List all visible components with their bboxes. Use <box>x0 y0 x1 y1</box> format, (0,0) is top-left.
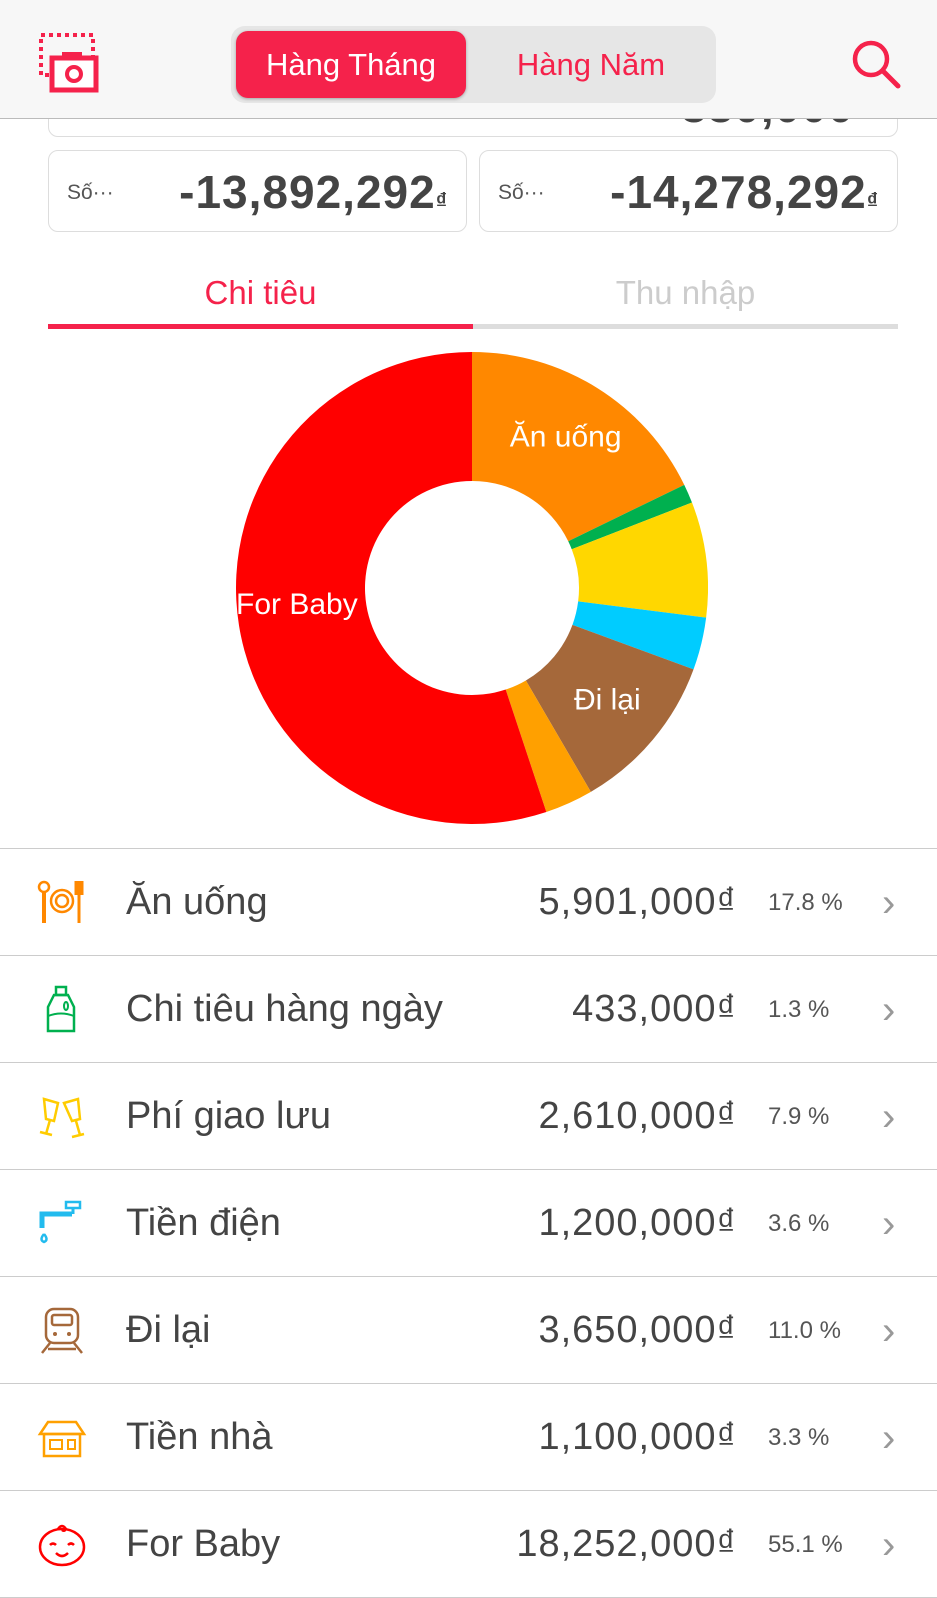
house-icon <box>37 1420 87 1458</box>
chevron-right-icon: › <box>882 881 896 925</box>
train-icon <box>41 1307 83 1354</box>
category-amount: 5,901,000₫ <box>538 881 737 923</box>
water-tap-icon <box>39 1200 82 1244</box>
category-list: Ăn uống 5,901,000₫ 17.8 % › Chi tiêu hàn… <box>0 848 937 1598</box>
category-name: Phí giao lưu <box>126 1095 332 1137</box>
balance-value: -14,278,292 <box>610 166 867 218</box>
dining-icon <box>37 880 84 923</box>
expense-donut-chart: Ăn uống Đi lại For Baby <box>236 352 708 824</box>
screenshot-camera-icon[interactable] <box>38 32 100 94</box>
category-row[interactable]: Phí giao lưu 2,610,000₫ 7.9 % › <box>0 1063 937 1170</box>
category-percent: 3.6 % <box>768 1210 830 1237</box>
tab-income[interactable]: Thu nhập <box>473 265 898 329</box>
summary-card: Số··· -13,892,292₫ <box>48 150 467 232</box>
summary-card: Số··· -14,278,292₫ <box>479 150 898 232</box>
category-percent: 1.3 % <box>768 996 830 1023</box>
category-name: Chi tiêu hàng ngày <box>126 988 443 1030</box>
chevron-right-icon: › <box>882 1523 896 1567</box>
category-row[interactable]: Tiền nhà 1,100,000₫ 3.3 % › <box>0 1384 937 1491</box>
baby-face-icon <box>38 1524 86 1567</box>
category-row[interactable]: Ăn uống 5,901,000₫ 17.8 % › <box>0 849 937 956</box>
category-percent: 17.8 % <box>768 889 843 916</box>
category-amount: 18,252,000₫ <box>516 1523 737 1565</box>
top-bar: Hàng Tháng Hàng Năm <box>0 0 937 119</box>
category-name: Ăn uống <box>126 881 268 923</box>
category-percent: 55.1 % <box>768 1531 843 1558</box>
category-amount: 1,200,000₫ <box>538 1202 737 1244</box>
type-tabs: Chi tiêu Thu nhập <box>48 265 898 329</box>
tab-expense[interactable]: Chi tiêu <box>48 265 473 329</box>
chevron-right-icon: › <box>882 1095 896 1139</box>
category-name: Tiền nhà <box>126 1416 273 1458</box>
pie-slice-label: Ăn uống <box>510 420 622 453</box>
category-percent: 3.3 % <box>768 1424 830 1451</box>
category-amount: 3,650,000₫ <box>538 1309 737 1351</box>
detergent-bottle-icon <box>46 985 76 1033</box>
category-row[interactable]: Đi lại 3,650,000₫ 11.0 % › <box>0 1277 937 1384</box>
chevron-right-icon: › <box>882 1202 896 1246</box>
category-percent: 11.0 % <box>768 1317 841 1344</box>
category-name: For Baby <box>126 1523 281 1565</box>
segment-yearly[interactable]: Hàng Năm <box>476 31 706 98</box>
search-icon[interactable] <box>850 38 902 90</box>
category-amount: 433,000₫ <box>572 988 737 1030</box>
chevron-right-icon: › <box>882 988 896 1032</box>
chevron-right-icon: › <box>882 1416 896 1460</box>
pie-slice-label: Đi lại <box>574 683 641 716</box>
category-row[interactable]: Chi tiêu hàng ngày 433,000₫ 1.3 % › <box>0 956 937 1063</box>
category-percent: 7.9 % <box>768 1103 830 1130</box>
category-name: Tiền điện <box>126 1202 281 1244</box>
segment-monthly[interactable]: Hàng Tháng <box>236 31 466 98</box>
category-amount: 2,610,000₫ <box>538 1095 737 1137</box>
category-row[interactable]: For Baby 18,252,000₫ 55.1 % › <box>0 1491 937 1598</box>
period-segmented-control: Hàng Tháng Hàng Năm <box>231 26 716 103</box>
toast-glasses-icon <box>39 1097 85 1139</box>
category-name: Đi lại <box>126 1309 211 1351</box>
chevron-right-icon: › <box>882 1309 896 1353</box>
category-amount: 1,100,000₫ <box>538 1416 737 1458</box>
balance-value: -13,892,292 <box>179 166 436 218</box>
pie-slice-label: For Baby <box>236 588 358 621</box>
category-row[interactable]: Tiền điện 1,200,000₫ 3.6 % › <box>0 1170 937 1277</box>
